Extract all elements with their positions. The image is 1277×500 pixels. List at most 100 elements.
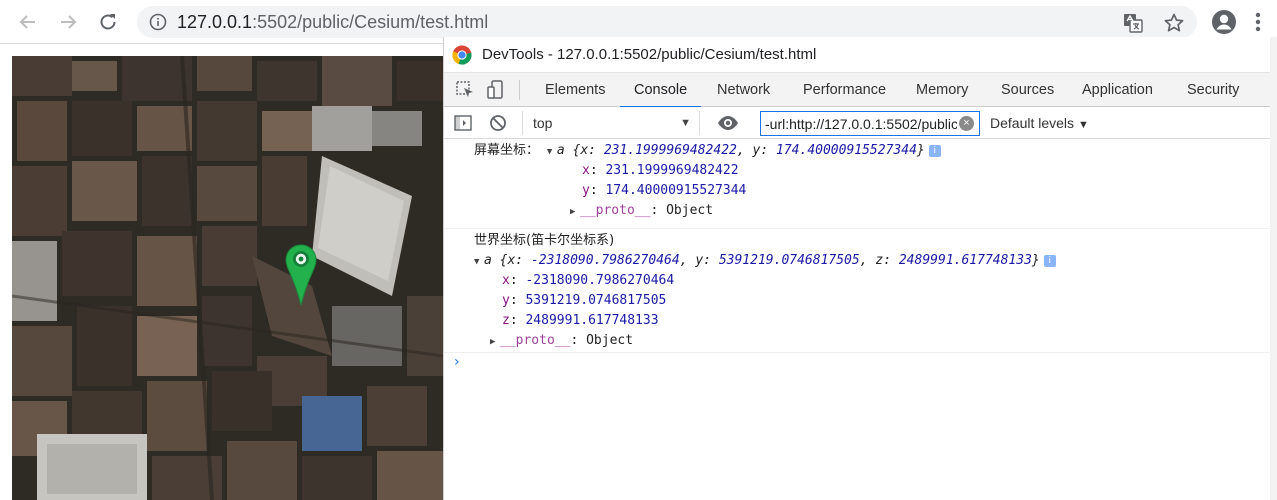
- profile-avatar-icon[interactable]: [1211, 9, 1237, 35]
- info-icon[interactable]: [149, 13, 167, 31]
- preview-sep: , y:: [736, 143, 777, 158]
- kebab-menu-icon[interactable]: [1254, 11, 1262, 33]
- console-message: 世界坐标(笛卡尔坐标系) ▼ a {x: -2318090.7986270464,…: [444, 229, 1277, 353]
- tab-memory[interactable]: Memory: [916, 73, 968, 107]
- inspect-cursor-icon: [456, 81, 473, 97]
- object-property: z: 2489991.617748133: [502, 313, 659, 328]
- object-proto[interactable]: ▶ __proto__: Object: [444, 331, 1277, 351]
- chevron-down-icon: ▼: [680, 117, 691, 129]
- log-label: 世界坐标(笛卡尔坐标系): [474, 233, 615, 248]
- devtools-title-bar: DevTools - 127.0.0.1:5502/public/Cesium/…: [444, 37, 1277, 73]
- property-key: y: [502, 293, 510, 308]
- info-badge-icon[interactable]: i: [928, 145, 941, 157]
- tab-elements[interactable]: Elements: [545, 73, 605, 107]
- preview-prefix: a {x:: [484, 253, 531, 268]
- log-line: 世界坐标(笛卡尔坐标系): [444, 231, 1277, 251]
- object-preview[interactable]: a {x: -2318090.7986270464, y: 5391219.07…: [484, 253, 1040, 268]
- preview-sep: , y:: [679, 253, 719, 268]
- property-value: -2318090.7986270464: [525, 273, 675, 288]
- property-value: 2489991.617748133: [525, 313, 659, 328]
- property-value: 174.40000915527344: [605, 183, 747, 198]
- console-message: 屏幕坐标： ▼ a {x: 231.1999969482422, y: 174.4…: [444, 139, 1277, 229]
- inspect-element-button[interactable]: [454, 79, 476, 101]
- clear-console-icon[interactable]: [489, 114, 507, 132]
- devtools-window: DevTools - 127.0.0.1:5502/public/Cesium/…: [443, 37, 1277, 500]
- bookmark-star-icon[interactable]: [1163, 12, 1185, 34]
- console-prompt[interactable]: ›: [454, 354, 460, 370]
- context-value: top: [533, 115, 553, 131]
- url-host: 127.0.0.1: [177, 11, 253, 32]
- preview-y: 174.40000915527344: [776, 143, 917, 158]
- log-levels-dropdown[interactable]: Default levels ▼: [990, 111, 1089, 135]
- arrow-left-icon: [19, 15, 35, 29]
- window-edge: [1270, 37, 1277, 500]
- console-output[interactable]: 屏幕坐标： ▼ a {x: 231.1999969482422, y: 174.4…: [444, 139, 1277, 468]
- preview-sep: , z:: [859, 253, 899, 268]
- tab-application[interactable]: Application: [1082, 73, 1153, 107]
- address-bar[interactable]: 127.0.0.1:5502/public/Cesium/test.html: [137, 6, 1197, 38]
- preview-y: 5391219.0746817505: [718, 253, 860, 268]
- expand-triangle-icon[interactable]: ▼: [474, 252, 484, 272]
- back-button[interactable]: [14, 8, 42, 36]
- object-property: x: 231.1999969482422: [582, 163, 739, 178]
- forward-button[interactable]: [54, 8, 82, 36]
- log-line: 屏幕坐标： ▼ a {x: 231.1999969482422, y: 174.4…: [444, 141, 1277, 161]
- proto-value: : Object: [570, 333, 634, 348]
- preview-z: 2489991.617748133: [898, 253, 1032, 268]
- log-label: 屏幕坐标：: [474, 143, 540, 158]
- console-filter-input[interactable]: [760, 111, 980, 136]
- translate-icon[interactable]: [1122, 12, 1144, 34]
- expand-triangle-icon[interactable]: ▶: [570, 202, 580, 222]
- url-text[interactable]: 127.0.0.1:5502/public/Cesium/test.html: [177, 12, 488, 33]
- reload-icon: [100, 14, 116, 30]
- preview-suffix: }: [1031, 253, 1040, 268]
- property-key: x: [582, 163, 590, 178]
- levels-label: Default levels: [990, 115, 1075, 131]
- satellite-imagery: [12, 56, 443, 500]
- live-expression-eye-icon[interactable]: [717, 114, 739, 132]
- property-value: 231.1999969482422: [605, 163, 739, 178]
- preview-x: -2318090.7986270464: [530, 253, 680, 268]
- tab-separator: [519, 80, 520, 100]
- tab-sources[interactable]: Sources: [1001, 73, 1054, 107]
- proto-key: __proto__: [580, 203, 651, 218]
- object-property: y: 5391219.0746817505: [502, 293, 667, 308]
- proto-key: __proto__: [500, 333, 571, 348]
- execution-context-select[interactable]: top ▼: [522, 111, 700, 135]
- property-key: y: [582, 183, 590, 198]
- page-margin: [0, 45, 12, 500]
- arrow-right-icon: [61, 15, 77, 29]
- chrome-logo-icon: [452, 45, 472, 64]
- object-property: y: 174.40000915527344: [582, 183, 747, 198]
- device-toolbar-button[interactable]: [485, 79, 507, 101]
- tab-security[interactable]: Security: [1187, 73, 1239, 107]
- property-key: z: [502, 313, 510, 328]
- property-value: 5391219.0746817505: [525, 293, 667, 308]
- property-key: x: [502, 273, 510, 288]
- console-toolbar: top ▼ × Default levels ▼: [444, 107, 1277, 139]
- expand-triangle-icon[interactable]: ▼: [547, 142, 557, 162]
- expand-triangle-icon[interactable]: ▶: [490, 332, 500, 352]
- cesium-map-viewport[interactable]: [12, 56, 443, 500]
- object-property: x: -2318090.7986270464: [502, 273, 675, 288]
- clear-filter-icon[interactable]: ×: [959, 116, 974, 131]
- proto-value: : Object: [650, 203, 714, 218]
- url-path: :5502/public/Cesium/test.html: [252, 11, 489, 32]
- console-sidebar-icon[interactable]: [454, 114, 472, 132]
- tab-performance[interactable]: Performance: [803, 73, 886, 107]
- tab-console[interactable]: Console: [619, 73, 702, 108]
- preview-suffix: }: [916, 143, 925, 158]
- object-preview[interactable]: a {x: 231.1999969482422, y: 174.40000915…: [557, 143, 925, 158]
- device-mobile-icon: [487, 80, 503, 99]
- devtools-tab-bar: Elements Console Network Performance Mem…: [444, 73, 1277, 108]
- chevron-down-icon: ▼: [1077, 119, 1089, 131]
- object-proto[interactable]: ▶ __proto__: Object: [444, 201, 1277, 221]
- reload-button[interactable]: [94, 8, 122, 36]
- map-pin-icon[interactable]: [284, 244, 318, 306]
- info-badge-icon[interactable]: i: [1043, 255, 1056, 267]
- preview-prefix: a {x:: [556, 143, 604, 158]
- preview-x: 231.1999969482422: [603, 143, 737, 158]
- log-line: ▼ a {x: -2318090.7986270464, y: 5391219.0…: [444, 251, 1277, 271]
- tab-network[interactable]: Network: [717, 73, 770, 107]
- devtools-title: DevTools - 127.0.0.1:5502/public/Cesium/…: [482, 46, 817, 63]
